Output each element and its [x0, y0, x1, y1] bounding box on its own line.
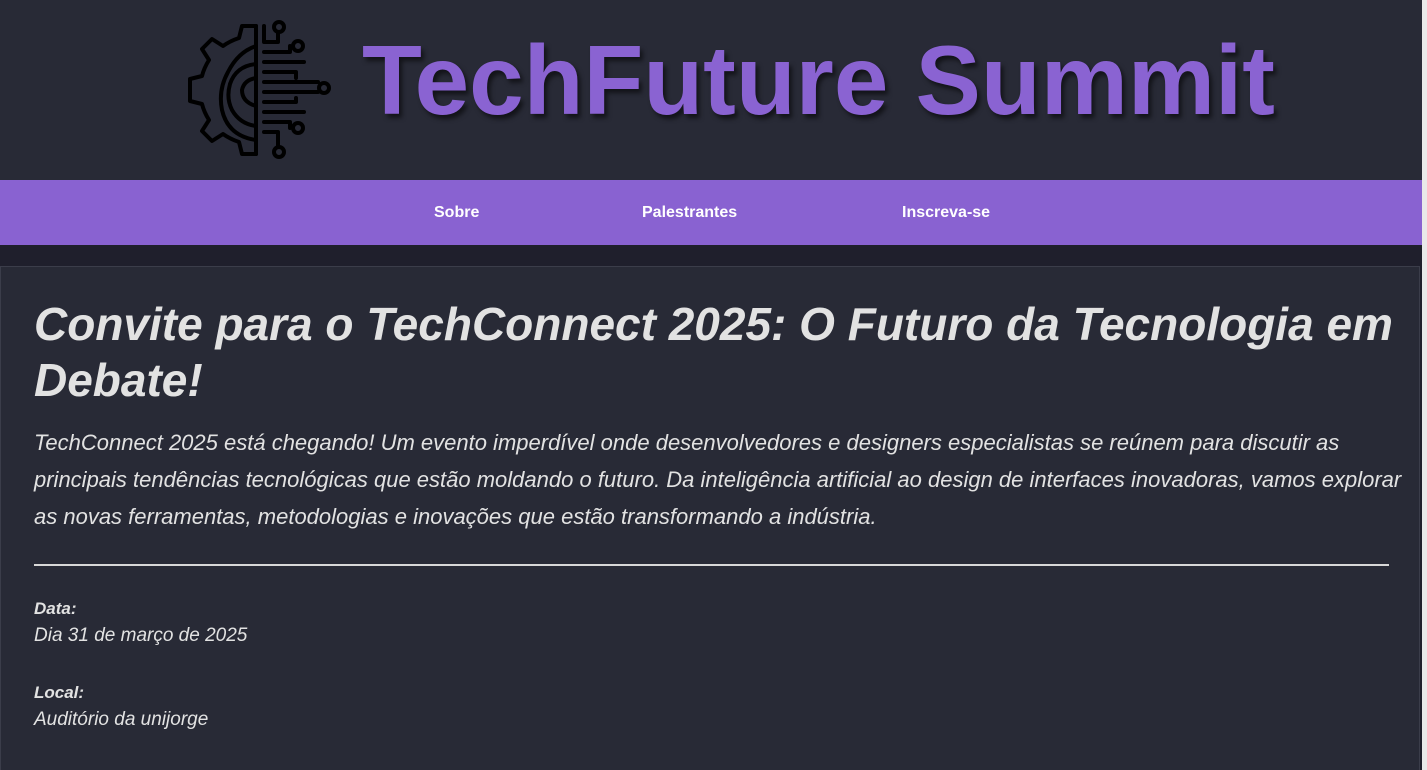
- site-header: TechFuture Summit: [0, 0, 1422, 180]
- nav-link-sobre[interactable]: Sobre: [434, 180, 479, 245]
- divider: [34, 564, 1389, 566]
- site-title: TechFuture Summit: [362, 25, 1275, 135]
- main-nav: Sobre Palestrantes Inscreva-se: [0, 180, 1422, 245]
- section-gap: [0, 245, 1422, 266]
- nav-link-inscreva-se[interactable]: Inscreva-se: [902, 180, 990, 245]
- location-value: Auditório da unijorge: [34, 709, 209, 730]
- scrollbar[interactable]: [1422, 0, 1427, 770]
- date-label: Data:: [34, 599, 77, 618]
- date-value: Dia 31 de março de 2025: [34, 625, 248, 646]
- circuit-gear-icon: [188, 20, 331, 159]
- page: TechFuture Summit Sobre Palestrantes Ins…: [0, 0, 1427, 770]
- location-label: Local:: [34, 683, 85, 702]
- nav-link-palestrantes[interactable]: Palestrantes: [642, 180, 737, 245]
- event-description: TechConnect 2025 está chegando! Um event…: [34, 430, 1402, 529]
- event-title: Convite para o TechConnect 2025: O Futur…: [34, 298, 1393, 406]
